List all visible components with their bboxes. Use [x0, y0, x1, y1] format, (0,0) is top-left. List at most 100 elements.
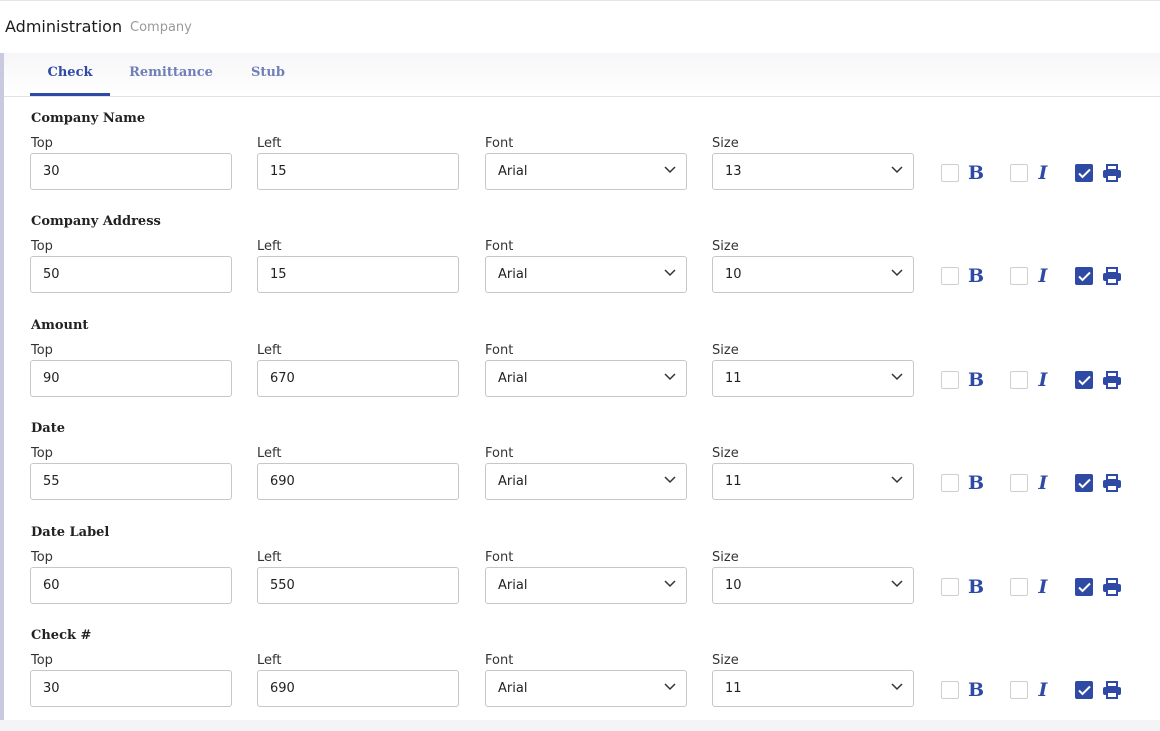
font-label: Font — [485, 136, 514, 151]
font-select[interactable]: Arial — [485, 256, 687, 293]
size-select[interactable]: 13 — [712, 153, 914, 190]
print-checkbox[interactable] — [1075, 164, 1093, 182]
font-select[interactable]: Arial — [485, 670, 687, 707]
size-select-value: 13 — [725, 164, 742, 179]
font-select[interactable]: Arial — [485, 567, 687, 604]
italic-checkbox[interactable] — [1010, 267, 1028, 285]
bold-checkbox[interactable] — [941, 164, 959, 182]
size-label: Size — [712, 136, 739, 151]
size-select-value: 11 — [725, 681, 742, 696]
left-input[interactable]: 690 — [257, 463, 459, 500]
size-select[interactable]: 10 — [712, 256, 914, 293]
field-section: Check # Top Left Font Size 30 690 Arial … — [4, 628, 1160, 731]
font-select[interactable]: Arial — [485, 463, 687, 500]
font-label: Font — [485, 239, 514, 254]
top-input[interactable]: 50 — [30, 256, 232, 293]
settings-panel: Check Remittance Stub Company Name Top L… — [4, 53, 1160, 720]
top-label: Top — [31, 136, 53, 151]
section-title: Check # — [31, 628, 92, 643]
checkmark-icon — [1078, 168, 1091, 179]
italic-icon: I — [1038, 576, 1048, 598]
left-input[interactable]: 15 — [257, 256, 459, 293]
top-label: Top — [31, 343, 53, 358]
font-select-value: Arial — [498, 578, 528, 593]
size-select-value: 11 — [725, 474, 742, 489]
size-select[interactable]: 11 — [712, 670, 914, 707]
left-label: Left — [257, 550, 282, 565]
left-label: Left — [257, 653, 282, 668]
page-title: Administration — [5, 17, 123, 36]
top-input[interactable]: 90 — [30, 360, 232, 397]
size-select[interactable]: 11 — [712, 463, 914, 500]
left-label: Left — [257, 446, 282, 461]
tab-check[interactable]: Check — [30, 65, 110, 96]
font-select-value: Arial — [498, 164, 528, 179]
field-section: Amount Top Left Font Size 90 670 Arial 1… — [4, 318, 1160, 421]
bold-icon: B — [967, 162, 985, 184]
field-section: Company Address Top Left Font Size 50 15… — [4, 214, 1160, 317]
printer-icon — [1103, 267, 1121, 285]
size-label: Size — [712, 550, 739, 565]
chevron-down-icon — [664, 580, 676, 588]
left-label: Left — [257, 239, 282, 254]
font-select-value: Arial — [498, 371, 528, 386]
top-input[interactable]: 30 — [30, 670, 232, 707]
print-checkbox[interactable] — [1075, 474, 1093, 492]
header-bar: Administration Company — [0, 0, 1160, 53]
left-input[interactable]: 670 — [257, 360, 459, 397]
top-label: Top — [31, 653, 53, 668]
chevron-down-icon — [664, 476, 676, 484]
checkmark-icon — [1078, 685, 1091, 696]
italic-checkbox[interactable] — [1010, 681, 1028, 699]
size-select-value: 10 — [725, 578, 742, 593]
italic-icon: I — [1038, 369, 1048, 391]
tab-bar: Check Remittance Stub — [4, 53, 1160, 97]
size-select[interactable]: 10 — [712, 567, 914, 604]
left-input[interactable]: 15 — [257, 153, 459, 190]
bold-checkbox[interactable] — [941, 681, 959, 699]
bold-checkbox[interactable] — [941, 267, 959, 285]
left-label: Left — [257, 343, 282, 358]
font-select[interactable]: Arial — [485, 360, 687, 397]
print-checkbox[interactable] — [1075, 371, 1093, 389]
print-checkbox[interactable] — [1075, 681, 1093, 699]
section-title: Company Name — [31, 111, 146, 126]
top-input[interactable]: 30 — [30, 153, 232, 190]
top-input[interactable]: 60 — [30, 567, 232, 604]
printer-icon — [1103, 474, 1121, 492]
italic-checkbox[interactable] — [1010, 164, 1028, 182]
breadcrumb[interactable]: Company — [130, 20, 192, 35]
size-select[interactable]: 11 — [712, 360, 914, 397]
print-checkbox[interactable] — [1075, 267, 1093, 285]
tab-remittance[interactable]: Remittance — [126, 65, 216, 96]
chevron-down-icon — [891, 373, 903, 381]
tab-stub[interactable]: Stub — [242, 65, 294, 96]
bold-checkbox[interactable] — [941, 474, 959, 492]
top-input[interactable]: 55 — [30, 463, 232, 500]
left-input[interactable]: 690 — [257, 670, 459, 707]
bold-icon: B — [967, 265, 985, 287]
italic-checkbox[interactable] — [1010, 474, 1028, 492]
bold-checkbox[interactable] — [941, 371, 959, 389]
top-label: Top — [31, 550, 53, 565]
checkmark-icon — [1078, 271, 1091, 282]
bold-icon: B — [967, 576, 985, 598]
chevron-down-icon — [891, 580, 903, 588]
checkmark-icon — [1078, 375, 1091, 386]
size-label: Size — [712, 653, 739, 668]
italic-icon: I — [1038, 472, 1048, 494]
bold-checkbox[interactable] — [941, 578, 959, 596]
section-title: Company Address — [31, 214, 161, 229]
top-label: Top — [31, 239, 53, 254]
italic-checkbox[interactable] — [1010, 578, 1028, 596]
font-label: Font — [485, 446, 514, 461]
field-section: Date Top Left Font Size 55 690 Arial 11 … — [4, 421, 1160, 524]
font-select-value: Arial — [498, 267, 528, 282]
print-checkbox[interactable] — [1075, 578, 1093, 596]
left-input[interactable]: 550 — [257, 567, 459, 604]
italic-checkbox[interactable] — [1010, 371, 1028, 389]
section-title: Date — [31, 421, 65, 436]
font-select[interactable]: Arial — [485, 153, 687, 190]
chevron-down-icon — [664, 269, 676, 277]
font-label: Font — [485, 343, 514, 358]
